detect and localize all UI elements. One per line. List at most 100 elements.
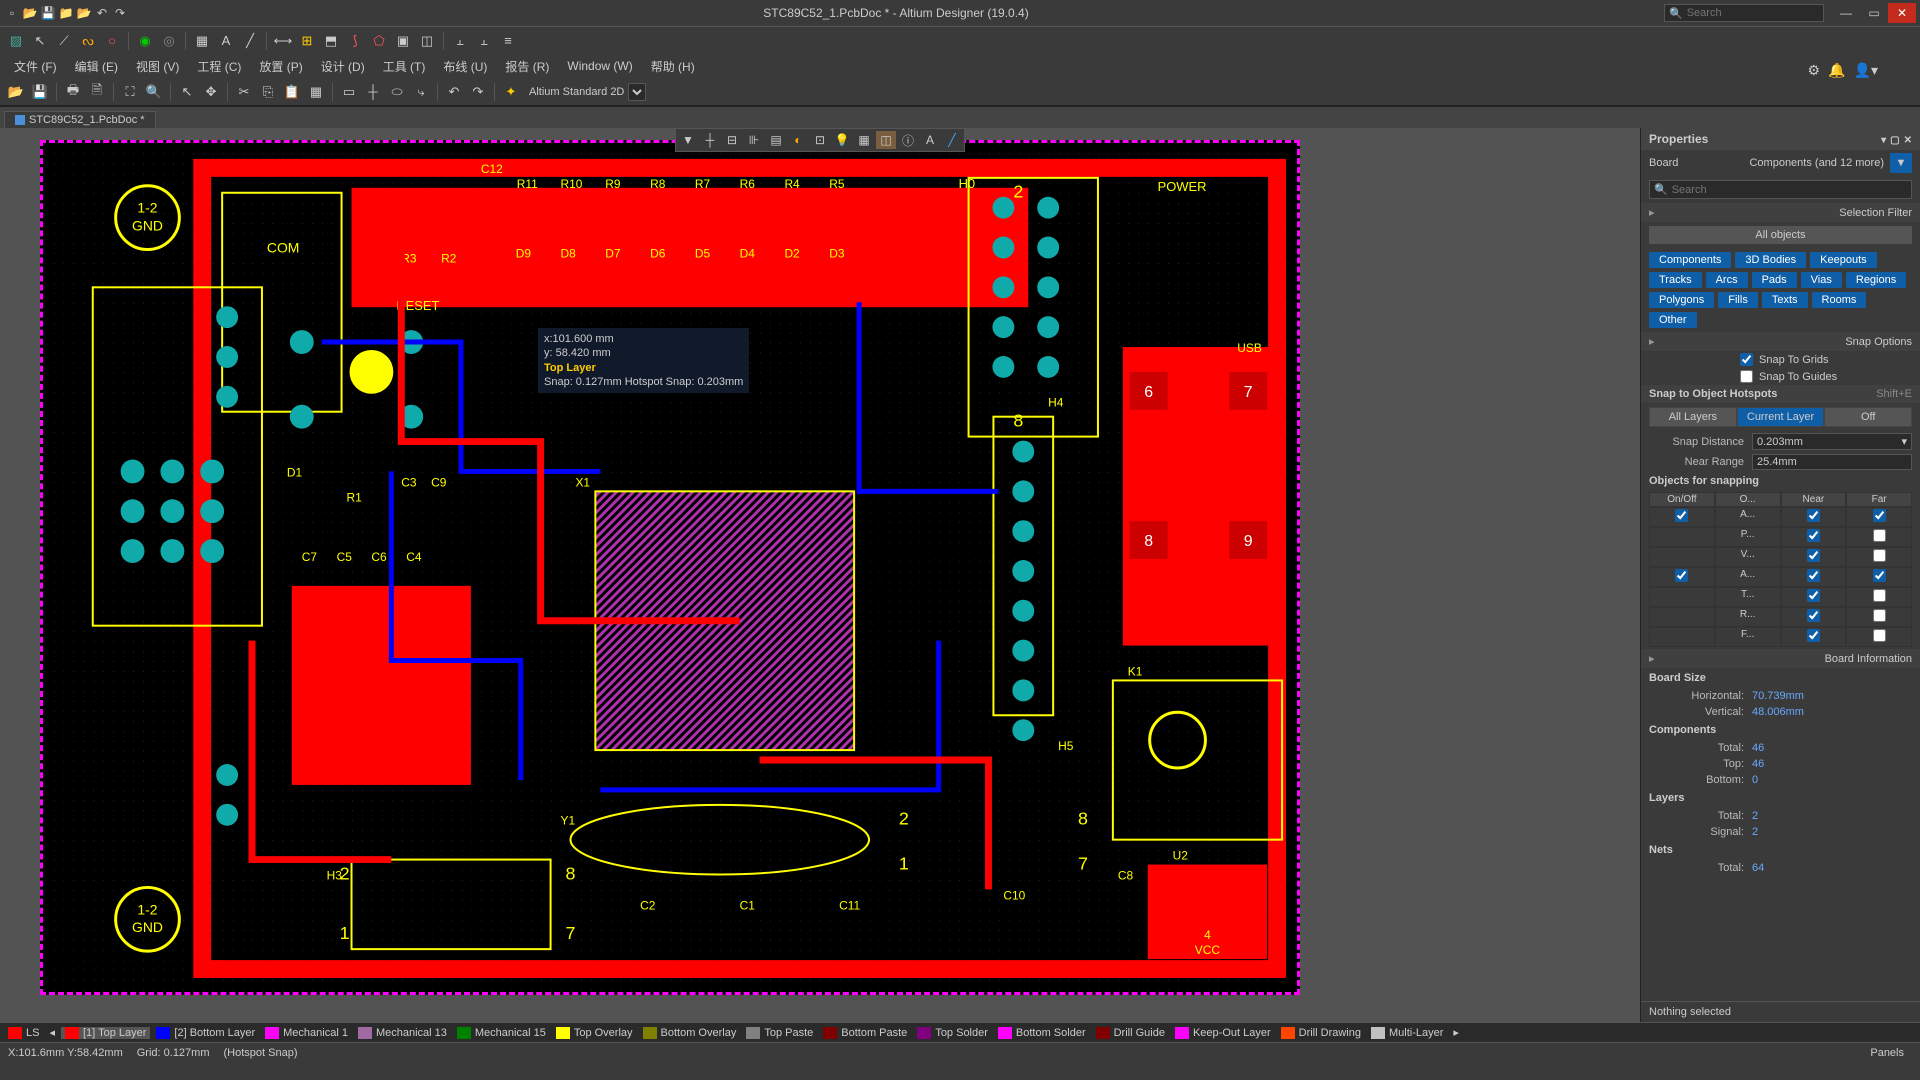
section-selection-filter[interactable]: Selection Filter: [1641, 203, 1920, 222]
pill-rooms[interactable]: Rooms: [1812, 292, 1867, 308]
snake-icon[interactable]: ᔓ: [78, 31, 98, 51]
region-icon[interactable]: ⬒: [321, 31, 341, 51]
layer-top-overlay[interactable]: Top Overlay: [552, 1027, 637, 1039]
pill-vias[interactable]: Vias: [1801, 272, 1842, 288]
pill-other[interactable]: Other: [1649, 312, 1697, 328]
menu-file[interactable]: 文件 (F): [6, 56, 65, 77]
redo-icon[interactable]: ↷: [112, 5, 128, 21]
pill-regions[interactable]: Regions: [1846, 272, 1906, 288]
doc-tab[interactable]: STC89C52_1.PcbDoc *: [4, 111, 156, 128]
lasso-icon[interactable]: ⬭: [387, 82, 407, 102]
zoom-area-icon[interactable]: 🔍: [144, 82, 164, 102]
filter-select-icon[interactable]: ⤷: [411, 82, 431, 102]
layer-top[interactable]: [1] Top Layer: [61, 1027, 150, 1039]
divider-icon[interactable]: ⟋: [54, 31, 74, 51]
pill-3dbodies[interactable]: 3D Bodies: [1735, 252, 1806, 268]
copy-icon[interactable]: ⎘: [258, 82, 278, 102]
seg-off[interactable]: Off: [1824, 407, 1912, 427]
pill-pads[interactable]: Pads: [1752, 272, 1797, 288]
undo-icon[interactable]: ↶: [94, 5, 110, 21]
layer-mech13[interactable]: Mechanical 13: [354, 1027, 451, 1039]
dim-icon[interactable]: ⊟: [722, 131, 742, 149]
maximize-button[interactable]: ▭: [1860, 3, 1888, 23]
via-icon[interactable]: ◎: [159, 31, 179, 51]
paste-icon[interactable]: 📋: [282, 82, 302, 102]
layer-drill-drawing[interactable]: Drill Drawing: [1277, 1027, 1365, 1039]
snap-grids-check[interactable]: [1740, 353, 1753, 366]
distribute-icon[interactable]: ≡: [498, 31, 518, 51]
pin-icon[interactable]: ▾: [1881, 135, 1886, 146]
print-icon[interactable]: 🖶: [63, 82, 83, 102]
settings-icon[interactable]: ⚙: [1808, 62, 1821, 79]
paste-special-icon[interactable]: ▦: [306, 82, 326, 102]
wand-icon[interactable]: ✦: [501, 82, 521, 102]
panels-button[interactable]: Panels: [1862, 1047, 1912, 1059]
pill-fills[interactable]: Fills: [1718, 292, 1758, 308]
new-icon[interactable]: ▫: [4, 5, 20, 21]
all-objects-button[interactable]: All objects: [1649, 226, 1912, 244]
open-project-icon[interactable]: 📁: [58, 5, 74, 21]
layer-icon[interactable]: ▤: [766, 131, 786, 149]
menu-view[interactable]: 视图 (V): [128, 56, 187, 77]
undo2-icon[interactable]: ↶: [444, 82, 464, 102]
layer-top-paste[interactable]: Top Paste: [742, 1027, 817, 1039]
keepout-icon[interactable]: ▣: [393, 31, 413, 51]
menu-tools[interactable]: 工具 (T): [375, 56, 434, 77]
next-layer-icon[interactable]: ▸: [1449, 1026, 1463, 1039]
search-input[interactable]: [1687, 7, 1819, 19]
minimize-button[interactable]: —: [1832, 3, 1860, 23]
open-folder-icon[interactable]: 📂: [6, 82, 26, 102]
cut-icon[interactable]: ✂: [234, 82, 254, 102]
crosshair-icon[interactable]: ┼: [700, 131, 720, 149]
cross-select-icon[interactable]: ┼: [363, 82, 383, 102]
seg-all-layers[interactable]: All Layers: [1649, 407, 1737, 427]
filter-toggle-button[interactable]: ▼: [1890, 153, 1912, 173]
line-icon[interactable]: ╱: [240, 31, 260, 51]
close-button[interactable]: ✕: [1888, 3, 1916, 23]
notifications-icon[interactable]: 🔔: [1828, 62, 1845, 79]
menu-report[interactable]: 报告 (R): [497, 56, 557, 77]
section-snap-options[interactable]: Snap Options: [1641, 332, 1920, 351]
redo2-icon[interactable]: ↷: [468, 82, 488, 102]
grid-icon[interactable]: ▦: [854, 131, 874, 149]
layer-mech1[interactable]: Mechanical 1: [261, 1027, 352, 1039]
menu-help[interactable]: 帮助 (H): [643, 56, 703, 77]
snap-distance-input[interactable]: 0.203mm▾: [1752, 433, 1912, 450]
component-icon[interactable]: ⊞: [297, 31, 317, 51]
align-right-icon[interactable]: ⫠: [474, 31, 494, 51]
text2-icon[interactable]: A: [920, 131, 940, 149]
snap-layer-segment[interactable]: All Layers Current Layer Off: [1649, 407, 1912, 427]
menu-project[interactable]: 工程 (C): [189, 56, 249, 77]
folder-icon[interactable]: 📂: [76, 5, 92, 21]
layer-bottom-solder[interactable]: Bottom Solder: [994, 1027, 1090, 1039]
route-icon[interactable]: ⟆: [345, 31, 365, 51]
preview-icon[interactable]: 🗎: [87, 82, 107, 102]
info-icon[interactable]: ⓘ: [898, 131, 918, 149]
menu-place[interactable]: 放置 (P): [251, 56, 310, 77]
zoom-fit-icon[interactable]: ⛶: [120, 82, 140, 102]
layer-top-solder[interactable]: Top Solder: [913, 1027, 992, 1039]
section-board-info[interactable]: Board Information: [1641, 649, 1920, 668]
layer-bottom[interactable]: [2] Bottom Layer: [152, 1027, 259, 1039]
text-icon[interactable]: A: [216, 31, 236, 51]
layer-multi[interactable]: Multi-Layer: [1367, 1027, 1447, 1039]
prev-layer-icon[interactable]: ◂: [45, 1026, 59, 1039]
contrast-icon[interactable]: ◐: [788, 131, 808, 149]
align-left-icon[interactable]: ⫠: [450, 31, 470, 51]
pill-texts[interactable]: Texts: [1762, 292, 1808, 308]
seg-current-layer[interactable]: Current Layer: [1737, 407, 1825, 427]
menu-edit[interactable]: 编辑 (E): [67, 56, 126, 77]
pill-polygons[interactable]: Polygons: [1649, 292, 1714, 308]
layer-LS[interactable]: LS: [4, 1027, 43, 1039]
menu-design[interactable]: 设计 (D): [313, 56, 373, 77]
fill-icon[interactable]: ▦: [192, 31, 212, 51]
move-icon[interactable]: ✥: [201, 82, 221, 102]
snap-icon[interactable]: ◫: [876, 131, 896, 149]
save-icon[interactable]: 💾: [40, 5, 56, 21]
hatch-icon[interactable]: ▨: [6, 31, 26, 51]
near-range-input[interactable]: 25.4mm: [1752, 454, 1912, 470]
snap-guides-check[interactable]: [1740, 370, 1753, 383]
properties-search-input[interactable]: [1672, 184, 1907, 196]
pill-components[interactable]: Components: [1649, 252, 1731, 268]
canvas-area[interactable]: ▼ ┼ ⊟ ⊪ ▤ ◐ ⊡ 💡 ▦ ◫ ⓘ A ╱ x:101.600 mm y…: [0, 128, 1640, 1022]
